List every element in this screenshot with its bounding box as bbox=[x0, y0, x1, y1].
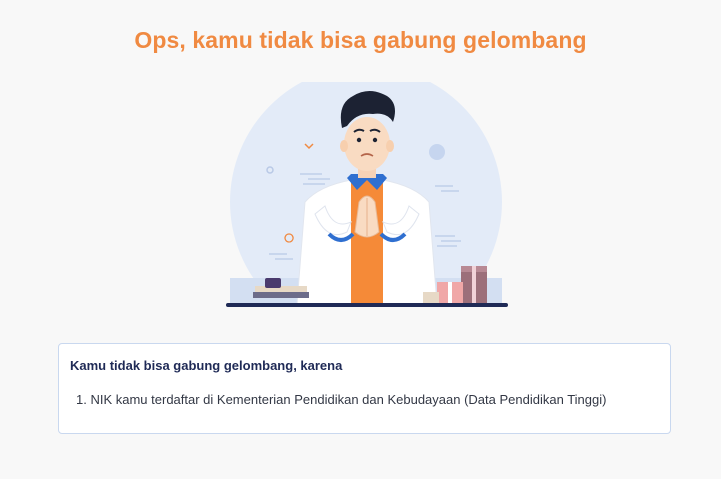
reason-card-heading: Kamu tidak bisa gabung gelombang, karena bbox=[70, 358, 343, 373]
reason-list: 1. NIK kamu terdaftar di Kementerian Pen… bbox=[76, 392, 606, 407]
list-item: 1. NIK kamu terdaftar di Kementerian Pen… bbox=[76, 392, 606, 407]
reason-card: Kamu tidak bisa gabung gelombang, karena… bbox=[58, 343, 671, 434]
page-title: Ops, kamu tidak bisa gabung gelombang bbox=[134, 27, 587, 53]
list-item-number: 1. bbox=[76, 392, 87, 407]
apologizing-man-illustration bbox=[223, 82, 513, 312]
list-item-text: NIK kamu terdaftar di Kementerian Pendid… bbox=[90, 392, 607, 407]
